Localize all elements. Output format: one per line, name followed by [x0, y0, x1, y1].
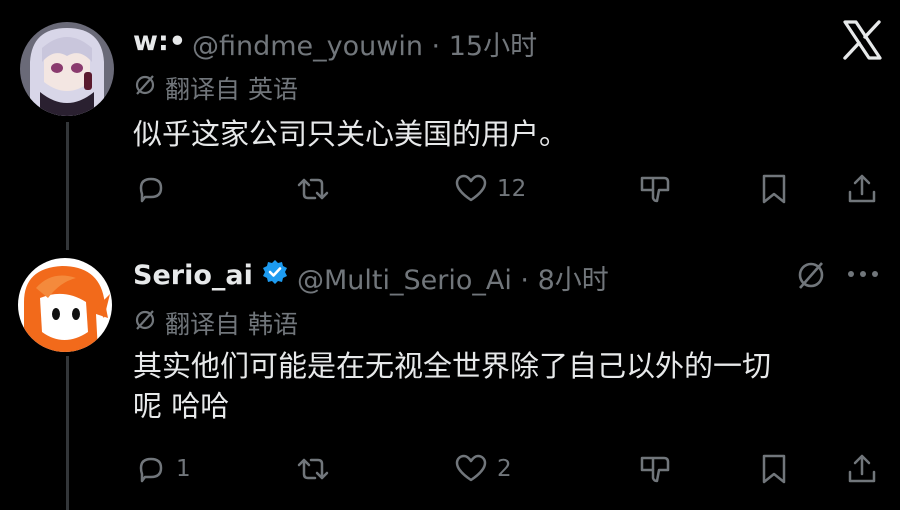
translate-icon: [133, 308, 157, 338]
retweet-button[interactable]: [293, 172, 341, 206]
thread-line-top: [66, 122, 69, 250]
share-icon: [845, 172, 879, 206]
heart-icon: [453, 172, 489, 206]
avatar-serio-ai[interactable]: [18, 258, 112, 352]
translated-from-label[interactable]: 翻译自 英语: [133, 70, 298, 106]
tweet-text: 似乎这家公司只关心美国的用户。: [133, 117, 569, 151]
more-options-icon[interactable]: [846, 266, 880, 286]
reply-count: 1: [176, 456, 191, 482]
reply-button[interactable]: [134, 172, 176, 206]
share-icon: [845, 452, 879, 486]
translated-label-text: 翻译自 韩语: [165, 310, 298, 339]
avatar-findme-youwin[interactable]: [20, 22, 114, 116]
retweet-icon: [293, 452, 333, 486]
handle-and-time[interactable]: @findme_youwin · 15小时: [192, 24, 537, 63]
share-button[interactable]: [845, 452, 879, 486]
bookmark-icon: [758, 172, 790, 206]
display-name[interactable]: Serio_ai: [133, 258, 289, 293]
thread-line-bottom: [66, 356, 69, 510]
verified-badge-icon: [261, 258, 289, 293]
handle-and-time[interactable]: @Multi_Serio_Ai · 8小时: [297, 258, 609, 297]
reply-icon: [134, 172, 168, 206]
tweet-text: 其实他们可能是在无视全世界除了自己以外的一切 呢 哈哈: [133, 346, 873, 426]
like-button[interactable]: 12: [453, 172, 526, 206]
bookmark-icon: [758, 452, 790, 486]
translated-from-label[interactable]: 翻译自 韩语: [133, 305, 298, 341]
translate-icon: [133, 73, 157, 103]
heart-icon: [453, 452, 489, 486]
bookmark-button[interactable]: [758, 452, 790, 486]
tweet-text-line-1: 其实他们可能是在无视全世界除了自己以外的一切: [133, 349, 772, 383]
thumbs-down-icon: [638, 172, 672, 206]
dislike-button[interactable]: [638, 452, 672, 486]
bookmark-button[interactable]: [758, 172, 790, 206]
thumbs-down-icon: [638, 452, 672, 486]
dislike-button[interactable]: [638, 172, 672, 206]
x-logo-icon[interactable]: [840, 18, 884, 62]
tweet-text-line-2: 呢 哈哈: [133, 389, 230, 423]
translated-label-text: 翻译自 英语: [165, 75, 298, 104]
retweet-button[interactable]: [293, 452, 341, 486]
like-count: 2: [497, 456, 512, 482]
no-translate-icon[interactable]: [794, 258, 828, 296]
display-name[interactable]: w:•: [133, 26, 186, 57]
reply-button[interactable]: 1: [134, 452, 191, 486]
reply-icon: [134, 452, 168, 486]
like-button[interactable]: 2: [453, 452, 512, 486]
share-button[interactable]: [845, 172, 879, 206]
like-count: 12: [497, 176, 527, 202]
display-name-text: Serio_ai: [133, 260, 253, 291]
retweet-icon: [293, 172, 333, 206]
